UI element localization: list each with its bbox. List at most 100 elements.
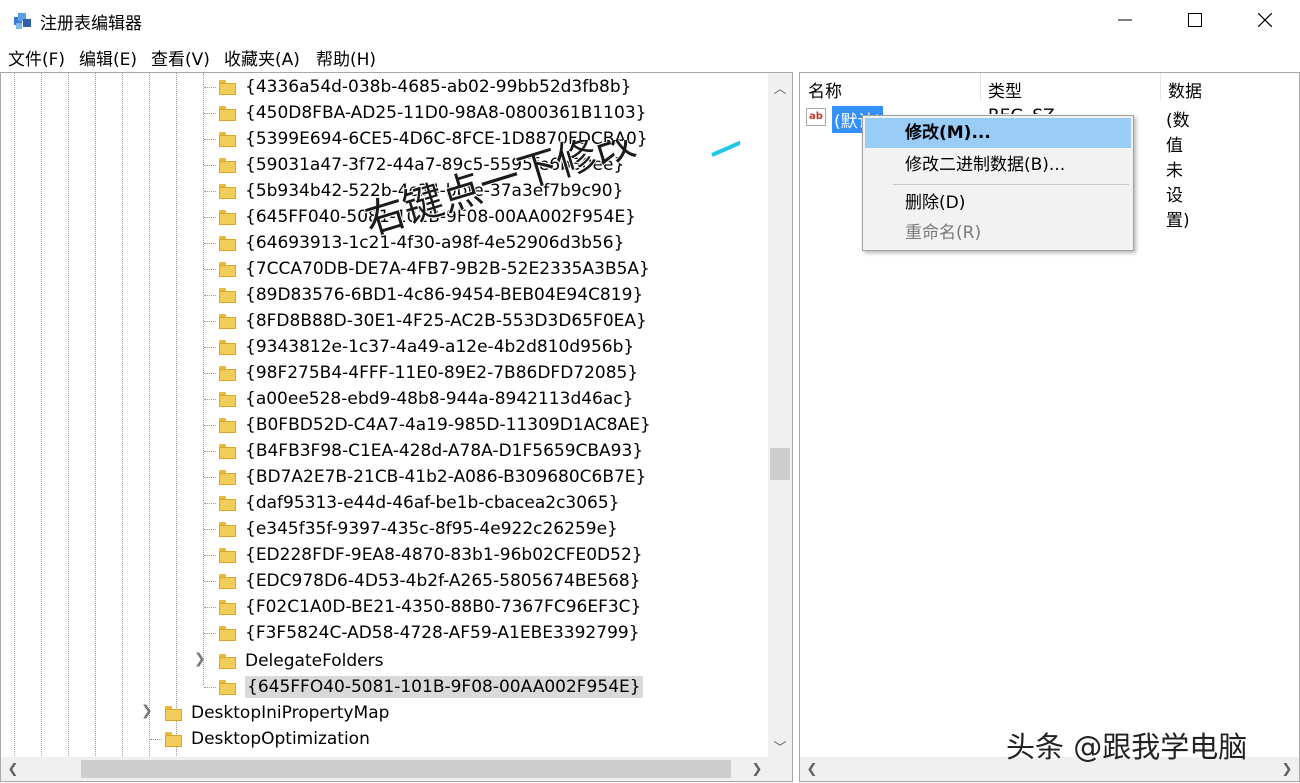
tree-item-guid[interactable]: {F02C1A0D-BE21-4350-88B0-7367FC96EF3C} (219, 594, 641, 620)
tree-item-guid[interactable]: {98F275B4-4FFF-11E0-89E2-7B86DFD72085} (219, 360, 638, 386)
folder-icon (219, 391, 236, 407)
tree-connector (204, 687, 216, 688)
regedit-app-icon (14, 13, 31, 29)
tree-item-guid[interactable]: {F3F5824C-AD58-4728-AF59-A1EBE3392799} (219, 620, 640, 646)
tree-connector (204, 295, 216, 296)
scroll-left-icon[interactable]: ❮ (800, 757, 824, 781)
folder-icon (219, 469, 236, 485)
tree-vertical-scrollbar[interactable]: ︿ ﹀ (768, 73, 792, 758)
scroll-up-icon[interactable]: ︿ (768, 75, 792, 99)
tree-connector (204, 607, 216, 608)
tree-horizontal-scrollbar[interactable]: ❮ ❯ (1, 757, 769, 781)
folder-icon (219, 287, 236, 303)
tree-item-guid[interactable]: {9343812e-1c37-4a49-a12e-4b2d810d956b} (219, 334, 634, 360)
window-title: 注册表编辑器 (40, 14, 142, 34)
tree-connector (150, 739, 162, 740)
tree-item-guid[interactable]: {BD7A2E7B-21CB-41b2-A086-B309680C6B7E} (219, 464, 646, 490)
context-menu: 修改(M)... 修改二进制数据(B)... 删除(D) 重命名(R) (862, 115, 1134, 251)
tree-item-guid[interactable]: {89D83576-6BD1-4c86-9454-BEB04E94C819} (219, 282, 643, 308)
tree-item-desktopoptimization[interactable]: DesktopOptimization (165, 726, 370, 752)
tree-item-label: {a00ee528-ebd9-48b8-944a-8942113d46ac} (245, 389, 634, 409)
annotation-text: 右键点一下修改 (360, 140, 641, 245)
minimize-button[interactable] (1090, 0, 1160, 40)
context-menu-separator (893, 184, 1129, 185)
tree-connector (204, 373, 216, 374)
tree-item-guid[interactable]: {4336a54d-038b-4685-ab02-99bb52d3fb8b} (219, 74, 631, 100)
folder-icon (219, 235, 236, 251)
expand-arrow-icon[interactable]: ❯ (141, 703, 153, 719)
scroll-right-icon[interactable]: ❯ (1275, 757, 1299, 781)
close-button[interactable] (1230, 0, 1300, 40)
tree-item-guid[interactable]: {a00ee528-ebd9-48b8-944a-8942113d46ac} (219, 386, 633, 412)
scroll-thumb[interactable] (770, 448, 790, 480)
folder-icon (219, 105, 236, 121)
menu-help[interactable]: 帮助(H) (316, 45, 376, 70)
context-menu-modify-binary[interactable]: 修改二进制数据(B)... (865, 150, 1131, 180)
tree-item-guid[interactable]: {e345f35f-9397-435c-8f95-4e922c26259e} (219, 516, 618, 542)
tree-item-label: DesktopOptimization (191, 729, 370, 749)
scroll-thumb[interactable] (81, 760, 731, 778)
context-menu-delete[interactable]: 删除(D) (865, 188, 1131, 218)
tree-item-label: {645FFO40-5081-101B-9F08-00AA002F954E} (245, 676, 643, 698)
scroll-down-icon[interactable]: ﹀ (768, 734, 792, 758)
tree-connector (204, 87, 216, 88)
close-icon (1258, 13, 1272, 27)
tree-item-label: {ED228FDF-9EA8-4870-83b1-96b02CFE0D52} (245, 545, 643, 565)
tree-connector (204, 321, 216, 322)
tree-item-guid[interactable]: {B0FBD52D-C4A7-4a19-985D-11309D1AC8AE} (219, 412, 651, 438)
folder-icon (219, 313, 236, 329)
context-menu-modify[interactable]: 修改(M)... (865, 118, 1131, 148)
tree-guide-line (68, 73, 69, 758)
tree-item-guid[interactable]: {8FD8B88D-30E1-4F25-AC2B-553D3D65F0EA} (219, 308, 647, 334)
tree-item-guid[interactable]: {ED228FDF-9EA8-4870-83b1-96b02CFE0D52} (219, 542, 643, 568)
tree-item-label: {89D83576-6BD1-4c86-9454-BEB04E94C819} (245, 285, 644, 305)
tree-item-label: {8FD8B88D-30E1-4F25-AC2B-553D3D65F0EA} (245, 311, 647, 331)
tree-item-guid[interactable]: {EDC978D6-4D53-4b2f-A265-5805674BE568} (219, 568, 641, 594)
tree-connector (204, 503, 216, 504)
tree-item-desktopinipropertymap[interactable]: DesktopIniPropertyMap (165, 700, 389, 726)
tree-connector (204, 113, 216, 114)
tree-connector (204, 191, 216, 192)
menu-favorites[interactable]: 收藏夹(A) (224, 45, 300, 70)
column-divider[interactable] (1160, 73, 1161, 101)
tree-item-label: DelegateFolders (245, 651, 384, 671)
scroll-right-icon[interactable]: ❯ (745, 757, 769, 781)
folder-icon (219, 679, 236, 695)
folder-icon (219, 547, 236, 563)
folder-icon (219, 573, 236, 589)
column-header-name[interactable]: 名称 (808, 77, 842, 103)
menu-edit[interactable]: 编辑(E) (79, 45, 137, 70)
folder-icon (165, 731, 182, 747)
scroll-left-icon[interactable]: ❮ (1, 757, 25, 781)
folder-icon (219, 183, 236, 199)
column-header-type[interactable]: 类型 (988, 77, 1022, 103)
folder-icon (219, 157, 236, 173)
column-header-data[interactable]: 数据 (1168, 77, 1202, 103)
folder-icon (219, 625, 236, 641)
tree-connector (204, 529, 216, 530)
menu-file[interactable]: 文件(F) (8, 45, 65, 70)
tree-item-guid[interactable]: {450D8FBA-AD25-11D0-98A8-0800361B1103} (219, 100, 646, 126)
tree-guide-line (95, 73, 96, 758)
menu-bar: 文件(F) 编辑(E) 查看(V) 收藏夹(A) 帮助(H) (0, 42, 1300, 70)
menu-view[interactable]: 查看(V) (151, 45, 210, 70)
tree-item-label: {EDC978D6-4D53-4b2f-A265-5805674BE568} (245, 571, 641, 591)
folder-icon (219, 131, 236, 147)
folder-icon (219, 443, 236, 459)
expand-arrow-icon[interactable]: ❯ (194, 651, 206, 667)
maximize-button[interactable] (1160, 0, 1230, 40)
tree-item-label: {F3F5824C-AD58-4728-AF59-A1EBE3392799} (245, 623, 640, 643)
annotation-arrow-shaft (711, 140, 740, 157)
tree-item-new-key[interactable]: {645FFO40-5081-101B-9F08-00AA002F954E} (219, 674, 643, 700)
tree-item-delegatefolders[interactable]: DelegateFolders (219, 648, 383, 674)
tree-item-guid[interactable]: {B4FB3F98-C1EA-428d-A78A-D1F5659CBA93} (219, 438, 643, 464)
tree-guide-line (14, 73, 15, 758)
folder-icon (219, 339, 236, 355)
column-divider[interactable] (980, 73, 981, 101)
tree-connector (204, 217, 216, 218)
tree-item-label: DesktopIniPropertyMap (191, 703, 390, 723)
tree-connector (204, 139, 216, 140)
tree-item-guid[interactable]: {daf95313-e44d-46af-be1b-cbacea2c3065} (219, 490, 620, 516)
tree-item-label: {BD7A2E7B-21CB-41b2-A086-B309680C6B7E} (245, 467, 647, 487)
tree-connector (204, 425, 216, 426)
